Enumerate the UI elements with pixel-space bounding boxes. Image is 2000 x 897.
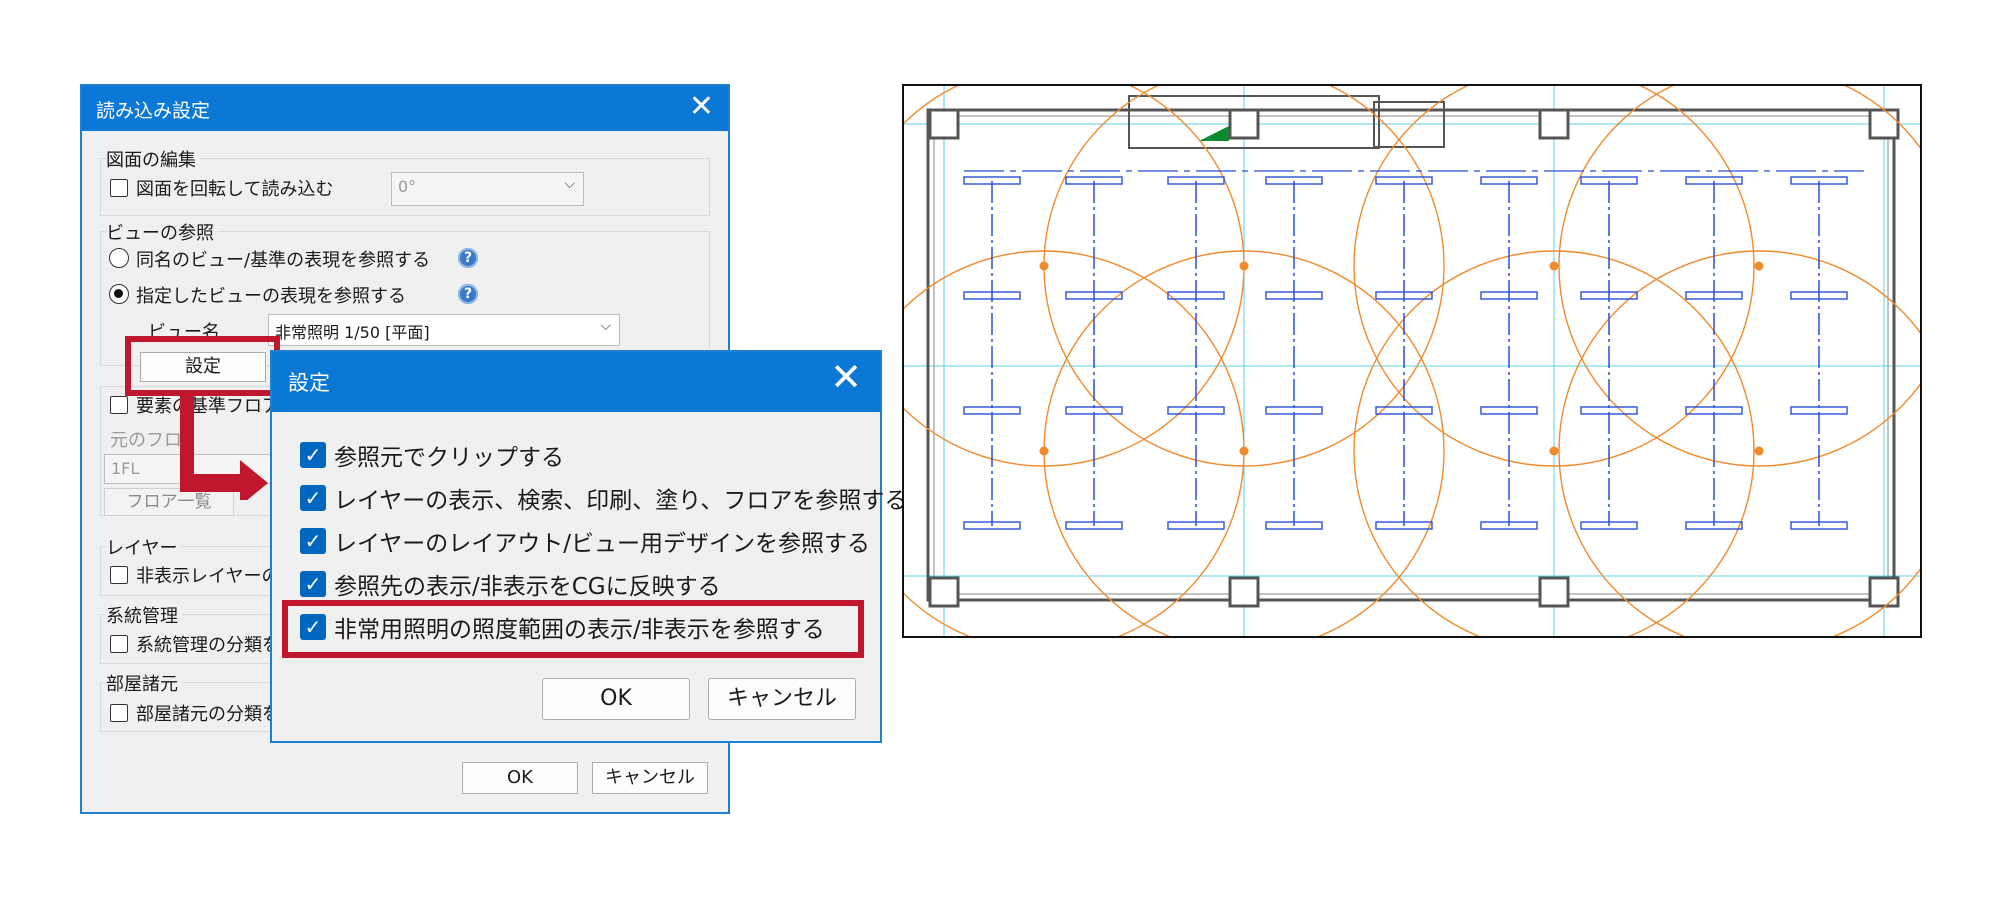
chevron-down-icon: ⌵ [600,318,611,334]
view-name-select[interactable]: 非常照明 1/50 [平面] ⌵ [268,314,620,346]
ok-button-label: OK [507,767,533,788]
same-view-label: 同名のビュー/基準の表現を参照する [136,250,431,271]
emergency-light-marker [1239,446,1249,456]
settings-cancel-label: キャンセル [726,686,837,711]
column [1868,108,1900,140]
floor-checkbox[interactable] [110,396,128,414]
arrow-right-icon [180,390,268,500]
column [928,576,960,608]
illumination-range [904,86,1245,467]
column [1538,576,1570,608]
column [1868,576,1900,608]
settings-ok-label: OK [600,686,632,711]
same-view-radio[interactable] [109,248,129,268]
layer-label: レイヤー [106,534,182,560]
option-highlight [282,600,864,658]
close-icon[interactable]: ✕ [689,90,714,124]
cancel-button[interactable]: キャンセル [592,762,708,794]
settings-dialog: 設定 ✕ ✓ 参照元でクリップする ✓ レイヤーの表示、検索、印刷、塗り、フロア… [270,350,907,743]
illumination-range [1558,250,1920,636]
rotate-label: 図面を回転して読み込む [136,179,334,200]
settings-button-highlight [125,336,280,396]
system-checkbox[interactable] [110,635,128,653]
help-icon[interactable]: ? [458,248,478,268]
specified-view-label: 指定したビューの表現を参照する [136,286,406,307]
drawing-edit-label: 図面の編集 [106,146,200,172]
angle-select[interactable]: 0° ⌵ [391,172,584,206]
column [1228,576,1260,608]
emergency-light-marker [1549,261,1559,271]
settings-title: 設定 [288,371,330,395]
illumination-range [1558,86,1920,467]
settings-cancel-button[interactable]: キャンセル [708,678,856,720]
column [1538,108,1570,140]
column [928,108,960,140]
close-icon[interactable]: ✕ [830,358,862,396]
cg-visibility-label: 参照先の表示/非表示をCGに反映する [334,574,721,600]
layer-display-checkbox[interactable]: ✓ [300,485,326,511]
settings-titlebar: 設定 ✕ [272,352,880,412]
floor-value: 1FL [111,459,140,478]
help-icon[interactable]: ? [458,284,478,304]
emergency-light-marker [1039,446,1049,456]
hidden-layer-label: 非表示レイヤーの [136,566,280,587]
equipment-icon [1199,126,1229,141]
clip-label: 参照元でクリップする [334,445,564,471]
room-checkbox[interactable] [110,704,128,722]
view-name-value: 非常照明 1/50 [平面] [275,323,430,342]
cg-visibility-checkbox[interactable]: ✓ [300,571,326,597]
system-checkbox-label: 系統管理の分類を [136,635,280,656]
clip-checkbox[interactable]: ✓ [300,442,326,468]
chevron-down-icon: ⌵ [564,176,575,192]
cancel-button-label: キャンセル [605,767,695,788]
emergency-light-marker [1754,446,1764,456]
specified-view-radio[interactable] [109,284,129,304]
layer-layout-checkbox[interactable]: ✓ [300,528,326,554]
floor-plan-drawing [904,86,1920,636]
emergency-light-marker [1549,446,1559,456]
emergency-light-marker [1039,261,1049,271]
hidden-layer-checkbox[interactable] [110,566,128,584]
floor-plan-view [902,84,1922,638]
column [1228,108,1260,140]
room-label: 部屋諸元 [106,670,182,696]
ok-button[interactable]: OK [462,762,578,794]
layer-layout-label: レイヤーのレイアウト/ビュー用デザインを参照する [334,531,871,557]
emergency-light-marker [1239,261,1249,271]
layer-display-label: レイヤーの表示、検索、印刷、塗り、フロアを参照する [334,488,908,514]
angle-value: 0° [398,177,417,196]
rotate-checkbox[interactable] [110,179,128,197]
emergency-light-marker [1754,261,1764,271]
system-label: 系統管理 [106,602,182,628]
room-checkbox-label: 部屋諸元の分類を [136,704,280,725]
view-reference-label: ビューの参照 [106,219,218,245]
settings-ok-button[interactable]: OK [542,678,690,720]
dialog-titlebar: 読み込み設定 ✕ [82,86,728,131]
dialog-title: 読み込み設定 [96,100,211,122]
